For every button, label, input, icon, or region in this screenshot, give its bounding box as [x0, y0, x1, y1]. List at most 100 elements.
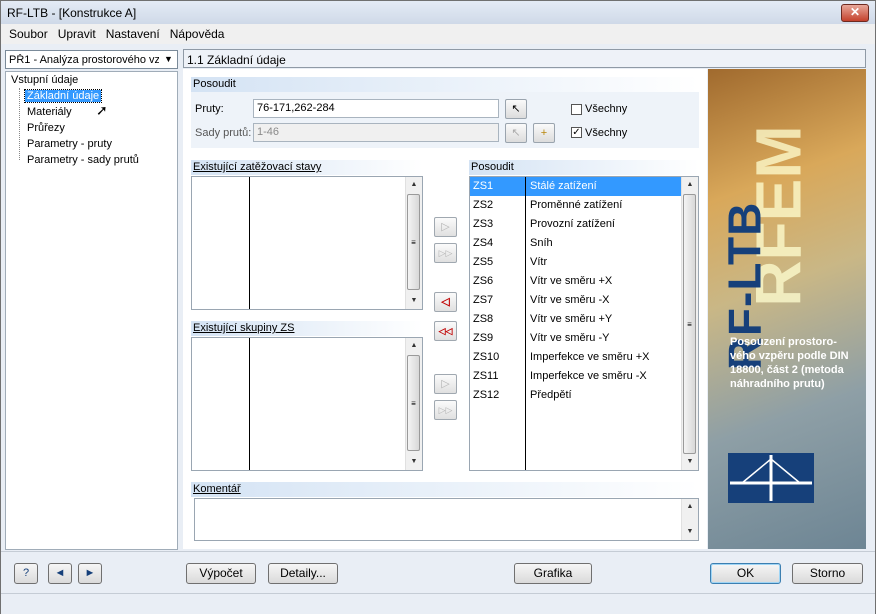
window-title: RF-LTB - [Konstrukce A]	[7, 6, 137, 20]
tree-item-sections[interactable]: Průřezy	[27, 122, 65, 134]
scroll-down-icon[interactable]: ▼	[682, 454, 698, 470]
all-sets-label: Všechny	[585, 127, 628, 139]
load-case-id: ZS9	[473, 332, 494, 344]
load-case-name: Vítr	[530, 256, 548, 268]
case-selector[interactable]: PŘ1 - Analýza prostorového vzp ▼	[5, 50, 178, 69]
tree-item-set-params[interactable]: Parametry - sady prutů	[27, 154, 139, 166]
add-co-button[interactable]: ▷	[434, 374, 457, 394]
existing-lc-title: Existující zatěžovací stavy	[193, 161, 322, 173]
tree-item-materials[interactable]: Materiály	[27, 106, 72, 118]
load-case-id: ZS4	[473, 237, 494, 249]
scroll-thumb[interactable]: ≡	[683, 194, 696, 454]
members-input[interactable]: 76-171,262-284	[253, 99, 499, 118]
scroll-up-icon[interactable]: ▲	[406, 338, 422, 354]
existing-co-scrollbar[interactable]: ▲ ≡ ▼	[405, 338, 422, 470]
sets-input[interactable]: 1-46	[253, 123, 499, 142]
scroll-down-icon[interactable]: ▼	[406, 293, 422, 309]
tree-item-basic-data[interactable]: Základní údaje	[23, 89, 103, 103]
selected-scrollbar[interactable]: ▲ ≡ ▼	[681, 177, 698, 470]
existing-co-header: Existující skupiny ZS	[191, 321, 423, 336]
tree-root[interactable]: Vstupní údaje	[11, 74, 78, 86]
list-item[interactable]: ZS4 Sníh	[470, 234, 681, 253]
title-bar: RF-LTB - [Konstrukce A] ✕	[1, 1, 875, 24]
load-case-name: Imperfekce ve směru -X	[530, 370, 647, 382]
existing-lc-scrollbar[interactable]: ▲ ≡ ▼	[405, 177, 422, 309]
all-members-checkbox[interactable]	[571, 104, 582, 115]
list-item[interactable]: ZS6 Vítr ve směru +X	[470, 272, 681, 291]
new-folder-icon: +	[540, 127, 548, 139]
list-item[interactable]: ZS11 Imperfekce ve směru -X	[470, 367, 681, 386]
menu-bar: Soubor Upravit Nastavení Nápověda	[1, 24, 875, 44]
load-case-name: Proměnné zatížení	[530, 199, 623, 211]
graphics-button[interactable]: Grafika	[514, 563, 592, 584]
pick-sets-button[interactable]: ↖	[505, 123, 527, 143]
load-case-id: ZS3	[473, 218, 494, 230]
calculation-button[interactable]: Výpočet	[186, 563, 256, 584]
cancel-button[interactable]: Storno	[792, 563, 863, 584]
scroll-up-icon[interactable]: ▲	[406, 177, 422, 193]
list-item[interactable]: ZS3 Provozní zatížení	[470, 215, 681, 234]
remove-button[interactable]: ◁	[434, 292, 457, 312]
button-bar: ? ◄ ► Výpočet Detaily... Grafika OK Stor…	[1, 551, 875, 594]
comment-header: Komentář	[191, 482, 699, 497]
details-button[interactable]: Detaily...	[268, 563, 338, 584]
next-button[interactable]: ►	[78, 563, 102, 584]
load-case-name: Stálé zatížení	[530, 180, 597, 192]
tree-item-member-params[interactable]: Parametry - pruty	[27, 138, 112, 150]
menu-napoveda[interactable]: Nápověda	[165, 24, 230, 41]
menu-nastaveni[interactable]: Nastavení	[101, 24, 165, 41]
selected-list[interactable]: ZS1 Stálé zatížení ZS2 Proměnné zatížení ZS3…	[469, 176, 699, 471]
load-case-name: Sníh	[530, 237, 553, 249]
list-item[interactable]: ZS2 Proměnné zatížení	[470, 196, 681, 215]
case-selector-value: PŘ1 - Analýza prostorového vzp	[9, 54, 159, 66]
remove-all-button[interactable]: ◁◁	[434, 321, 457, 341]
load-case-id: ZS6	[473, 275, 494, 287]
existing-lc-list[interactable]: ▲ ≡ ▼	[191, 176, 423, 310]
scroll-down-icon[interactable]: ▼	[682, 524, 698, 540]
help-button[interactable]: ?	[14, 563, 38, 584]
chevron-down-icon[interactable]: ▼	[162, 53, 175, 66]
panel-title-bar: 1.1 Základní údaje	[183, 49, 866, 68]
list-item[interactable]: ZS8 Vítr ve směru +Y	[470, 310, 681, 329]
scroll-thumb[interactable]: ≡	[407, 194, 420, 290]
list-item[interactable]: ZS12 Předpětí	[470, 386, 681, 405]
selected-title: Posoudit	[471, 161, 514, 173]
design-group-header: Posoudit	[191, 77, 699, 92]
menu-upravit[interactable]: Upravit	[53, 24, 101, 41]
scroll-up-icon[interactable]: ▲	[682, 177, 698, 193]
add-all-co-button[interactable]: ▷▷	[434, 400, 457, 420]
selected-header: Posoudit	[469, 160, 699, 175]
add-button[interactable]: ▷	[434, 217, 457, 237]
comment-input[interactable]: ▲ ▼	[194, 498, 699, 541]
close-button[interactable]: ✕	[841, 4, 869, 22]
comment-scrollbar[interactable]: ▲ ▼	[681, 499, 698, 540]
load-case-id: ZS12	[473, 389, 500, 401]
load-case-id: ZS10	[473, 351, 500, 363]
scroll-thumb[interactable]: ≡	[407, 355, 420, 451]
all-sets-checkbox[interactable]: ✓	[571, 127, 582, 138]
menu-soubor[interactable]: Soubor	[4, 24, 53, 41]
existing-co-list[interactable]: ▲ ≡ ▼	[191, 337, 423, 471]
next-icon: ►	[84, 567, 96, 579]
ok-button[interactable]: OK	[710, 563, 781, 584]
existing-lc-header: Existující zatěžovací stavy	[191, 160, 423, 175]
add-all-button[interactable]: ▷▷	[434, 243, 457, 263]
list-item[interactable]: ZS10 Imperfekce ve směru +X	[470, 348, 681, 367]
list-item[interactable]: ZS5 Vítr	[470, 253, 681, 272]
load-case-id: ZS8	[473, 313, 494, 325]
list-item[interactable]: ZS9 Vítr ve směru -Y	[470, 329, 681, 348]
scroll-down-icon[interactable]: ▼	[406, 454, 422, 470]
pick-icon: ↖	[511, 127, 521, 139]
load-case-name: Vítr ve směru -Y	[530, 332, 610, 344]
cursor-icon: ➚	[96, 102, 108, 118]
load-case-id: ZS11	[473, 370, 499, 382]
new-set-button[interactable]: +	[533, 123, 555, 143]
scroll-up-icon[interactable]: ▲	[682, 499, 698, 515]
load-case-id: ZS1	[473, 180, 494, 192]
list-item[interactable]: ZS1 Stálé zatížení	[470, 177, 681, 196]
load-case-name: Předpětí	[530, 389, 572, 401]
list-item[interactable]: ZS7 Vítr ve směru -X	[470, 291, 681, 310]
content-area: Posoudit Pruty: 76-171,262-284 ↖ Všechny…	[183, 69, 707, 549]
pick-members-button[interactable]: ↖	[505, 99, 527, 119]
previous-button[interactable]: ◄	[48, 563, 72, 584]
